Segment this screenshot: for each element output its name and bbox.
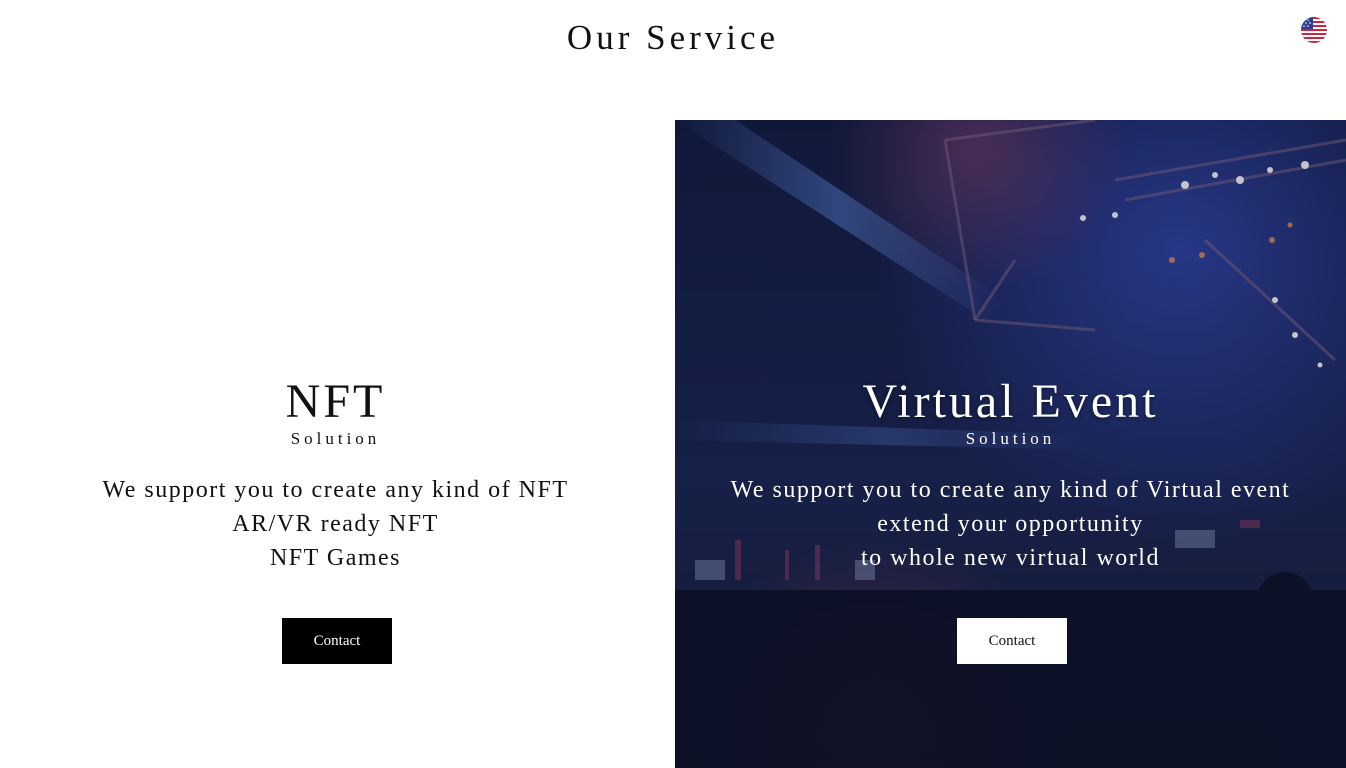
nft-service-description: We support you to create any kind of NFT… bbox=[0, 473, 671, 575]
virtual-event-desc-line: to whole new virtual world bbox=[861, 545, 1160, 571]
page: Our Service NFT Solution We support you bbox=[0, 0, 1346, 768]
virtual-event-contact-button[interactable]: Contact bbox=[957, 618, 1067, 664]
nft-contact-button[interactable]: Contact bbox=[282, 618, 392, 664]
nft-service-panel: NFT Solution We support you to create an… bbox=[0, 120, 671, 768]
virtual-event-service-panel: Virtual Event Solution We support you to… bbox=[675, 120, 1346, 768]
virtual-event-service-subtitle: Solution bbox=[965, 429, 1056, 448]
virtual-event-desc-line: We support you to create any kind of Vir… bbox=[730, 477, 1291, 503]
virtual-event-desc-line: extend your opportunity bbox=[877, 511, 1144, 537]
nft-desc-line: NFT Games bbox=[269, 545, 402, 571]
nft-desc-line: AR/VR ready NFT bbox=[232, 511, 439, 537]
us-flag-icon[interactable] bbox=[1301, 17, 1327, 43]
nft-desc-line: We support you to create any kind of NFT bbox=[102, 477, 569, 503]
nft-service: NFT Solution We support you to create an… bbox=[0, 378, 671, 575]
virtual-event-service-title: Virtual Event bbox=[862, 375, 1159, 428]
virtual-event-service-description: We support you to create any kind of Vir… bbox=[675, 473, 1346, 575]
nft-service-title: NFT bbox=[285, 375, 386, 428]
page-title: Our Service bbox=[566, 18, 780, 57]
nft-service-subtitle: Solution bbox=[290, 429, 381, 448]
virtual-event-service: Virtual Event Solution We support you to… bbox=[675, 378, 1346, 575]
